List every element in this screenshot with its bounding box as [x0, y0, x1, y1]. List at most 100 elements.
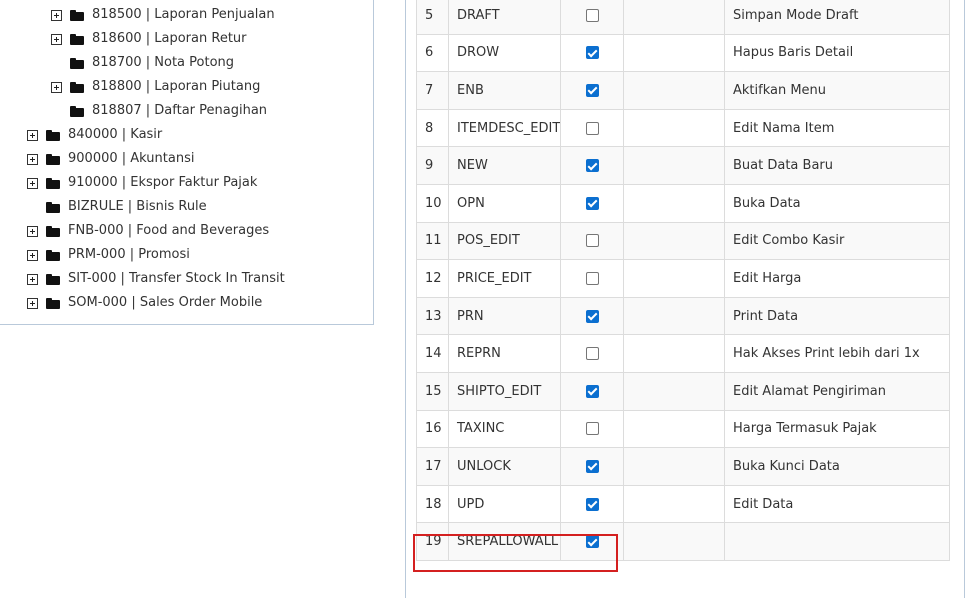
folder-icon — [46, 177, 60, 189]
permission-checkbox-cell — [560, 146, 624, 185]
expand-icon[interactable] — [51, 9, 62, 21]
tree-node[interactable]: 818807 | Daftar Penagihan — [51, 99, 267, 123]
tree-node-label: PRM-000 | Promosi — [68, 247, 190, 262]
leaf-spacer — [51, 58, 62, 69]
row-number-cell: 6 — [416, 33, 449, 73]
permission-checkbox[interactable] — [585, 83, 599, 97]
table-row: 5 DRAFT Simpan Mode Draft — [416, 0, 950, 35]
table-row: 17 UNLOCK Buka Kunci Data — [416, 447, 950, 486]
tree-node-label: 900000 | Akuntansi — [68, 151, 195, 166]
folder-icon — [46, 153, 60, 165]
tree-node[interactable]: PRM-000 | Promosi — [27, 243, 190, 267]
permission-checkbox[interactable] — [585, 196, 599, 210]
permission-code-cell: UPD — [448, 484, 561, 524]
tree-node-label: 818800 | Laporan Piutang — [92, 79, 261, 94]
table-row: 14 REPRN Hak Akses Print lebih dari 1x — [416, 334, 950, 373]
expand-icon[interactable] — [27, 297, 38, 309]
empty-cell — [623, 296, 725, 336]
permission-checkbox-cell — [560, 409, 624, 449]
tree-node-label: SOM-000 | Sales Order Mobile — [68, 295, 263, 310]
expand-icon[interactable] — [27, 273, 38, 285]
permission-checkbox[interactable] — [585, 271, 599, 285]
empty-cell — [623, 33, 725, 73]
permission-code-cell: DRAFT — [448, 0, 561, 35]
folder-icon — [70, 33, 84, 45]
permission-code-cell: OPN — [448, 183, 561, 223]
table-row: 19 SREPALLOWALL — [416, 522, 950, 561]
permission-code-cell: TAXINC — [448, 409, 561, 449]
tree-node[interactable]: 818600 | Laporan Retur — [51, 27, 247, 51]
permission-checkbox-cell — [560, 0, 624, 35]
permission-checkbox-cell — [560, 484, 624, 524]
table-row: 12 PRICE_EDIT Edit Harga — [416, 259, 950, 298]
tree-node-label: SIT-000 | Transfer Stock In Transit — [68, 271, 285, 286]
tree-node-label: 910000 | Ekspor Faktur Pajak — [68, 175, 258, 190]
permission-description-cell: Buka Kunci Data — [724, 447, 950, 486]
folder-icon — [70, 9, 84, 21]
permission-checkbox[interactable] — [585, 8, 599, 22]
row-number-cell: 13 — [416, 296, 449, 336]
permission-code-cell: SREPALLOWALL — [448, 522, 561, 561]
tree-node-label: 818500 | Laporan Penjualan — [92, 7, 275, 22]
permission-checkbox-cell — [560, 259, 624, 298]
permission-checkbox-cell — [560, 371, 624, 411]
folder-icon — [70, 81, 84, 93]
permission-description-cell: Hapus Baris Detail — [724, 33, 950, 73]
permission-checkbox[interactable] — [585, 309, 599, 323]
permission-checkbox[interactable] — [585, 497, 599, 511]
permission-checkbox-cell — [560, 108, 624, 148]
tree-node[interactable]: FNB-000 | Food and Beverages — [27, 219, 269, 243]
expand-icon[interactable] — [51, 81, 62, 93]
expand-icon[interactable] — [27, 225, 38, 237]
permission-checkbox[interactable] — [585, 159, 599, 173]
empty-cell — [623, 71, 725, 110]
permission-checkbox[interactable] — [585, 234, 599, 248]
row-number-cell: 7 — [416, 71, 449, 110]
tree-node[interactable]: SOM-000 | Sales Order Mobile — [27, 291, 262, 315]
permission-checkbox[interactable] — [585, 121, 599, 135]
tree-node[interactable]: 910000 | Ekspor Faktur Pajak — [27, 171, 257, 195]
table-row: 16 TAXINC Harga Termasuk Pajak — [416, 409, 950, 449]
empty-cell — [623, 371, 725, 411]
permission-code-cell: PRICE_EDIT — [448, 259, 561, 298]
table-row: 11 POS_EDIT Edit Combo Kasir — [416, 221, 950, 261]
expand-icon[interactable] — [27, 177, 38, 189]
row-number-cell: 9 — [416, 146, 449, 185]
tree-node[interactable]: 900000 | Akuntansi — [27, 147, 194, 171]
empty-cell — [623, 146, 725, 185]
permission-code-cell: PRN — [448, 296, 561, 336]
empty-cell — [623, 409, 725, 449]
permission-code-cell: UNLOCK — [448, 447, 561, 486]
permission-checkbox[interactable] — [585, 46, 599, 60]
permission-description-cell: Edit Nama Item — [724, 108, 950, 148]
permission-description-cell: Buat Data Baru — [724, 146, 950, 185]
expand-icon[interactable] — [27, 129, 38, 141]
permission-checkbox[interactable] — [585, 384, 599, 398]
table-row: 13 PRN Print Data — [416, 296, 950, 336]
expand-icon[interactable] — [51, 33, 62, 45]
tree-node-label: FNB-000 | Food and Beverages — [68, 223, 270, 238]
empty-cell — [623, 221, 725, 261]
empty-cell — [623, 484, 725, 524]
leaf-spacer — [51, 106, 62, 117]
tree-node[interactable]: 840000 | Kasir — [27, 123, 162, 147]
menu-tree-panel: 818500 | Laporan Penjualan 818600 | Lapor… — [0, 0, 374, 325]
permission-checkbox[interactable] — [585, 347, 599, 361]
permission-checkbox-cell — [560, 522, 624, 561]
tree-node[interactable]: 818500 | Laporan Penjualan — [51, 3, 275, 27]
expand-icon[interactable] — [27, 249, 38, 261]
row-number-cell: 19 — [416, 522, 449, 561]
tree-node[interactable]: 818800 | Laporan Piutang — [51, 75, 260, 99]
table-row: 15 SHIPTO_EDIT Edit Alamat Pengiriman — [416, 371, 950, 411]
table-row: 8 ITEMDESC_EDIT Edit Nama Item — [416, 108, 950, 148]
tree-node[interactable]: 818700 | Nota Potong — [51, 51, 234, 75]
tree-node[interactable]: SIT-000 | Transfer Stock In Transit — [27, 267, 285, 291]
permission-checkbox[interactable] — [585, 422, 599, 436]
permission-checkbox[interactable] — [585, 535, 599, 549]
tree-node[interactable]: BIZRULE | Bisnis Rule — [27, 195, 207, 219]
expand-icon[interactable] — [27, 153, 38, 165]
permission-checkbox[interactable] — [585, 459, 599, 473]
permission-description-cell: Edit Combo Kasir — [724, 221, 950, 261]
tree-node-label: 818807 | Daftar Penagihan — [92, 103, 268, 118]
table-row: 6 DROW Hapus Baris Detail — [416, 33, 950, 73]
